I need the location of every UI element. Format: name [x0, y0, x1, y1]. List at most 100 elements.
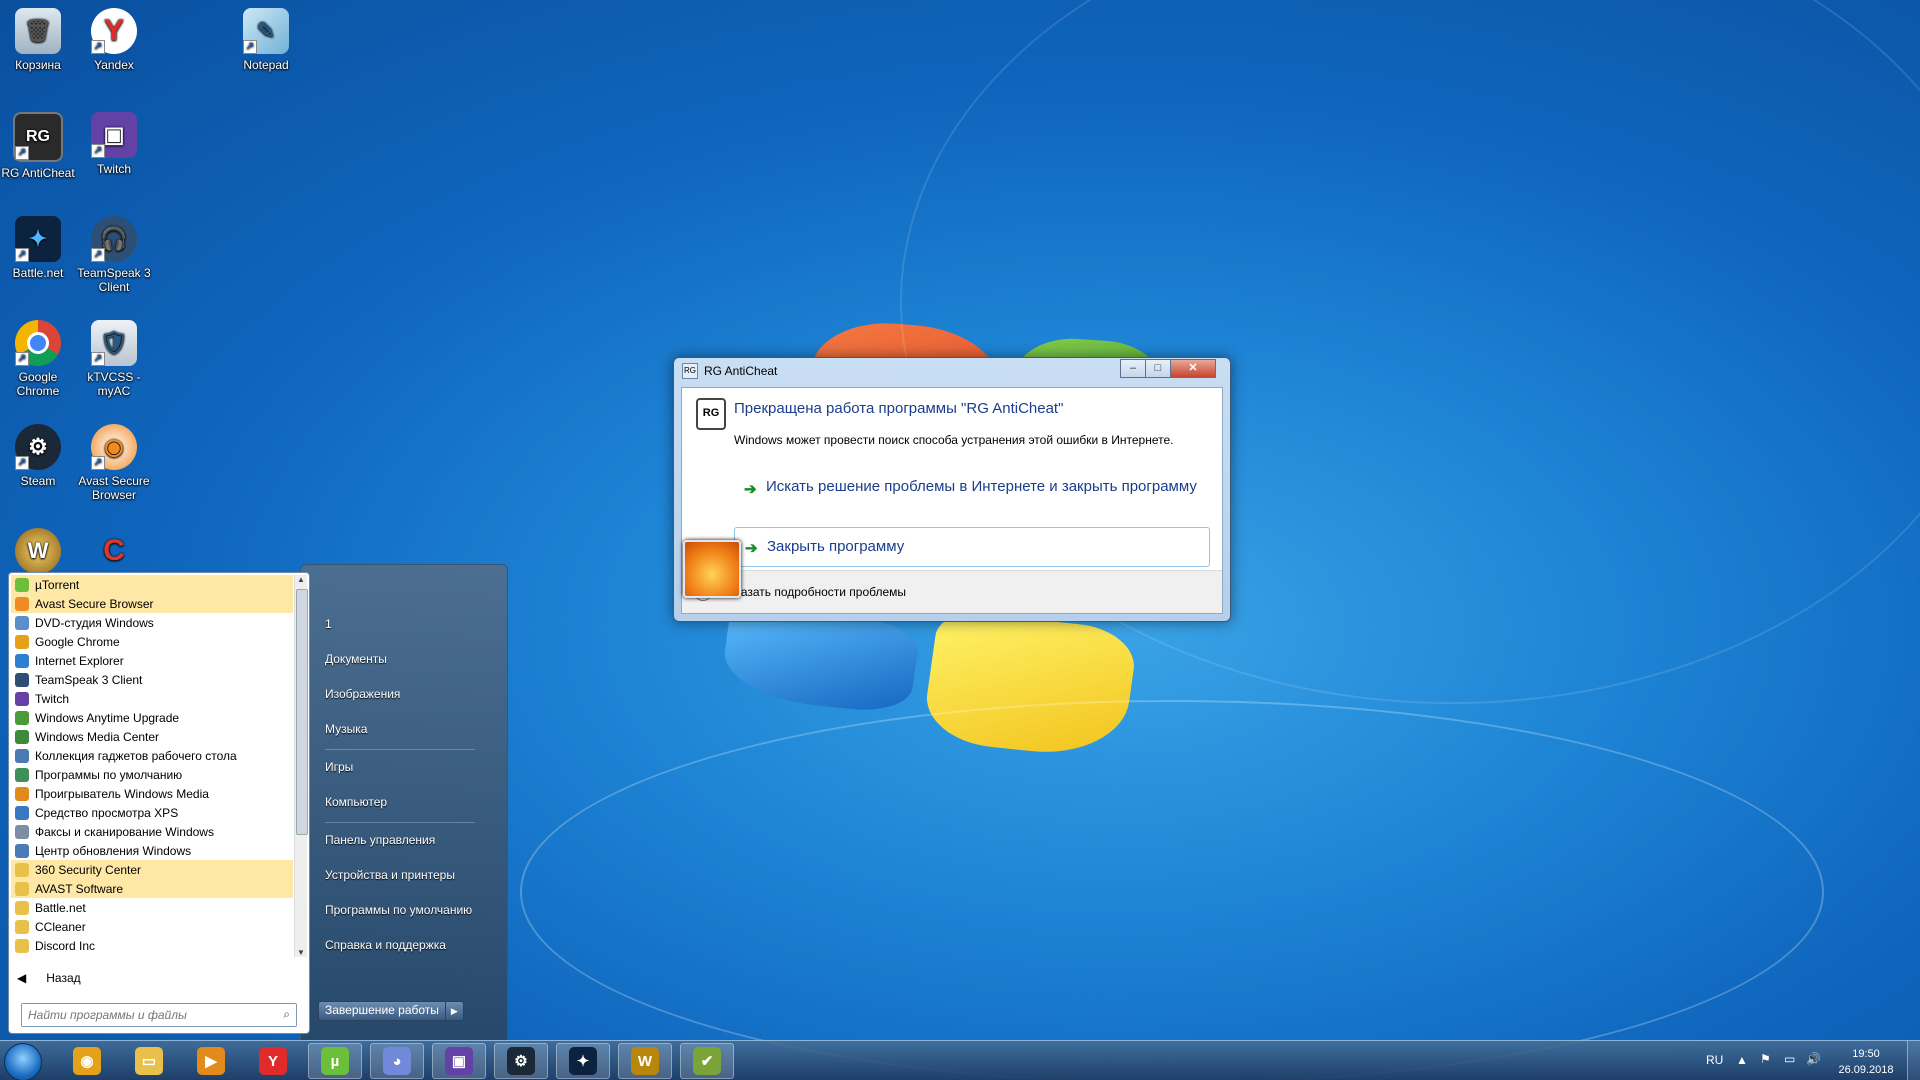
search-solution-option[interactable]: ➔ Искать решение проблемы в Интернете и … — [734, 472, 1210, 501]
start-link-images[interactable]: Изображения — [325, 687, 400, 701]
desktop-icon-battlenet[interactable]: ✦ ↗ Battle.net — [0, 216, 76, 280]
program-item[interactable]: Internet Explorer — [11, 651, 293, 670]
taskbar-button[interactable]: ▭ — [122, 1043, 176, 1079]
program-item[interactable]: Коллекция гаджетов рабочего стола — [11, 746, 293, 765]
desktop-icon-recycle-bin[interactable]: 🗑 Корзина — [0, 8, 76, 72]
desktop-icon-steam[interactable]: ⚙ ↗ Steam — [0, 424, 76, 488]
desktop-icon-label: RG AntiCheat — [1, 166, 75, 180]
taskbar-button[interactable]: ▶ — [184, 1043, 238, 1079]
start-link-user[interactable]: 1 — [325, 617, 332, 631]
taskbar-button[interactable]: W — [618, 1043, 672, 1079]
scroll-up-arrow-icon[interactable]: ▲ — [295, 575, 307, 584]
start-search-input[interactable] — [22, 1004, 270, 1026]
back-button[interactable]: ◀ Назад — [17, 971, 81, 985]
program-item[interactable]: Windows Anytime Upgrade — [11, 708, 293, 727]
minimize-button[interactable]: – — [1120, 359, 1146, 378]
desktop-icon-label: Battle.net — [12, 266, 64, 280]
program-item[interactable]: Google Chrome — [11, 632, 293, 651]
program-item[interactable]: Battle.net — [11, 898, 293, 917]
desktop-icon-chrome[interactable]: ↗ Google Chrome — [0, 320, 76, 398]
taskbar-button[interactable]: µ — [308, 1043, 362, 1079]
program-item[interactable]: Avast Secure Browser — [11, 594, 293, 613]
program-label: µTorrent — [35, 577, 80, 592]
option-label: Закрыть программу — [767, 538, 905, 555]
program-icon — [15, 577, 29, 592]
start-link-help[interactable]: Справка и поддержка — [325, 938, 446, 952]
back-arrow-icon: ◀ — [17, 971, 27, 985]
program-item[interactable]: Факсы и сканирование Windows — [11, 822, 293, 841]
start-link-computer[interactable]: Компьютер — [325, 795, 387, 809]
option-label: Искать решение проблемы в Интернете и за… — [766, 478, 1197, 495]
twitch-icon: ▣ ↗ — [91, 112, 137, 158]
start-link-default-programs[interactable]: Программы по умолчанию — [325, 903, 472, 917]
recycle-bin-icon: 🗑 — [15, 8, 61, 54]
all-programs-list: µTorrent Avast Secure Browser DVD-студия W… — [11, 575, 293, 955]
desktop-icon-notepad[interactable]: ✎ ↗ Notepad — [228, 8, 304, 72]
maximize-button[interactable]: □ — [1145, 359, 1171, 378]
program-icon — [15, 653, 29, 668]
tray-expand-icon[interactable]: ▲ — [1736, 1053, 1748, 1067]
programs-scrollbar[interactable]: ▲ ▼ — [294, 575, 308, 957]
start-link-games[interactable]: Игры — [325, 760, 353, 774]
show-desktop-button[interactable] — [1907, 1041, 1920, 1080]
desktop-icon-ktvcss[interactable]: 🛡 ↗ kTVCSS - myAC — [76, 320, 152, 398]
language-indicator[interactable]: RU — [1706, 1053, 1723, 1067]
search-icon[interactable]: ⌕ — [283, 1007, 290, 1022]
chrome-icon: ◉ — [73, 1047, 101, 1075]
dialog-footer: ⌄ Показать подробности проблемы — [682, 570, 1222, 613]
chrome-icon: ↗ — [15, 320, 61, 366]
taskbar-button[interactable]: ⚙ — [494, 1043, 548, 1079]
program-item[interactable]: Центр обновления Windows — [11, 841, 293, 860]
scrollbar-thumb[interactable] — [296, 589, 308, 835]
desktop-icon-yandex[interactable]: Y ↗ Yandex — [76, 8, 152, 72]
dialog-titlebar: RG RG AntiCheat — [682, 362, 777, 380]
twitch-icon: ▣ — [445, 1047, 473, 1075]
battlenet-icon: ✦ — [569, 1047, 597, 1075]
desktop-icon-teamspeak[interactable]: 🎧 ↗ TeamSpeak 3 Client — [76, 216, 152, 294]
program-item[interactable]: Discord Inc — [11, 936, 293, 955]
program-label: Twitch — [35, 691, 70, 706]
program-icon — [15, 900, 29, 915]
program-item[interactable]: µTorrent — [11, 575, 293, 594]
action-center-flag-icon[interactable]: ⚑ — [1760, 1052, 1771, 1066]
close-program-option[interactable]: ➔ Закрыть программу — [734, 527, 1210, 567]
program-label: Avast Secure Browser — [35, 596, 154, 611]
network-icon[interactable]: ▭ — [1784, 1052, 1795, 1066]
start-link-control-panel[interactable]: Панель управления — [325, 833, 435, 847]
scroll-down-arrow-icon[interactable]: ▼ — [295, 948, 307, 957]
close-button[interactable]: ✕ — [1170, 359, 1216, 378]
program-item[interactable]: AVAST Software — [11, 879, 293, 898]
start-link-documents[interactable]: Документы — [325, 652, 387, 666]
taskbar-button[interactable]: ✦ — [556, 1043, 610, 1079]
program-item[interactable]: Проигрыватель Windows Media — [11, 784, 293, 803]
shutdown-button[interactable]: Завершение работы ▶ — [318, 1001, 464, 1021]
desktop-icon-rg-anticheat[interactable]: RG ↗ RG AntiCheat — [0, 112, 76, 180]
program-item[interactable]: Windows Media Center — [11, 727, 293, 746]
program-item[interactable]: Средство просмотра XPS — [11, 803, 293, 822]
taskbar-button[interactable]: ◕ — [370, 1043, 424, 1079]
clock-time: 19:50 — [1852, 1048, 1880, 1060]
start-button[interactable] — [4, 1043, 42, 1080]
program-item[interactable]: TeamSpeak 3 Client — [11, 670, 293, 689]
start-search-box[interactable]: ⌕ — [21, 1003, 297, 1027]
desktop-icon-avast-browser[interactable]: ◉ ↗ Avast Secure Browser — [76, 424, 152, 502]
start-link-devices[interactable]: Устройства и принтеры — [325, 868, 455, 882]
desktop-icon-label: kTVCSS - myAC — [87, 370, 141, 398]
start-link-music[interactable]: Музыка — [325, 722, 367, 736]
shutdown-options-arrow-icon[interactable]: ▶ — [444, 1002, 463, 1020]
program-label: TeamSpeak 3 Client — [35, 672, 143, 687]
program-item[interactable]: CCleaner — [11, 917, 293, 936]
system-clock[interactable]: 19:50 26.09.2018 — [1830, 1046, 1902, 1078]
program-item[interactable]: Twitch — [11, 689, 293, 708]
desktop-icon-twitch[interactable]: ▣ ↗ Twitch — [76, 112, 152, 176]
taskbar-button[interactable]: ▣ — [432, 1043, 486, 1079]
taskbar-button[interactable]: ◉ — [60, 1043, 114, 1079]
user-avatar[interactable] — [683, 540, 741, 598]
program-item[interactable]: Программы по умолчанию — [11, 765, 293, 784]
steam-icon: ⚙ ↗ — [15, 424, 61, 470]
taskbar-button[interactable]: Y — [246, 1043, 300, 1079]
volume-icon[interactable]: 🔊 — [1806, 1052, 1821, 1066]
program-item[interactable]: DVD-студия Windows — [11, 613, 293, 632]
program-item[interactable]: 360 Security Center — [11, 860, 293, 879]
taskbar-button[interactable]: ✔ — [680, 1043, 734, 1079]
